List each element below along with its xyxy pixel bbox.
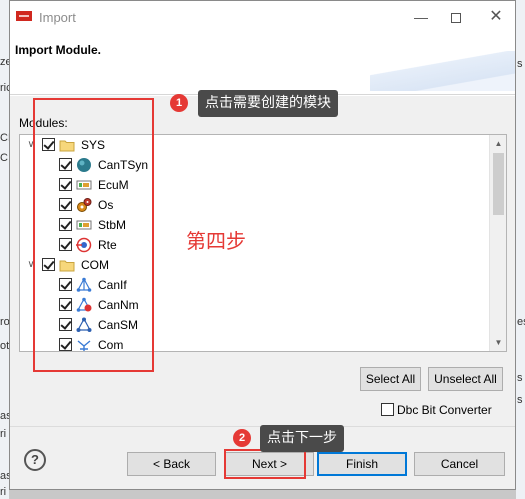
bg-text-fragment: s [517, 394, 523, 406]
bg-text-fragment: s [517, 58, 523, 70]
wizard-header: Import Module. [10, 33, 515, 95]
scroll-down-arrow-icon[interactable]: ▼ [490, 334, 506, 351]
select-all-button[interactable]: Select All [360, 367, 421, 391]
vertical-scrollbar[interactable]: ▲ ▼ [489, 135, 506, 351]
callout-select-modules: 点击需要创建的模块 [198, 90, 338, 117]
page-title: Import Module. [15, 43, 101, 57]
bg-text-fragment: C [0, 152, 8, 164]
scrollbar-thumb[interactable] [493, 153, 504, 215]
help-icon[interactable]: ? [24, 449, 46, 471]
maximize-button[interactable] [442, 5, 470, 29]
callout-click-next: 点击下一步 [260, 425, 344, 452]
step-badge-1: 1 [170, 94, 188, 112]
cancel-button[interactable]: Cancel [414, 452, 505, 476]
highlight-modules-box [33, 98, 154, 372]
bg-text-fragment: ri [0, 486, 7, 498]
app-logo-icon [16, 11, 32, 21]
header-banner-graphic [370, 51, 515, 91]
bg-text-fragment: ot [0, 340, 10, 352]
step-label: 第四步 [186, 229, 246, 253]
finish-button[interactable]: Finish [317, 452, 407, 476]
minimize-button[interactable]: — [407, 5, 435, 29]
dbc-bit-converter-label: Dbc Bit Converter [397, 403, 492, 417]
step-badge-2: 2 [233, 429, 251, 447]
bg-text-fragment: ri [0, 428, 7, 440]
window-title: Import [39, 10, 76, 25]
bg-text-fragment: s [517, 372, 523, 384]
title-bar: Import — ✕ [10, 1, 515, 33]
close-button[interactable]: ✕ [482, 5, 510, 29]
dbc-bit-converter-checkbox[interactable] [381, 403, 394, 416]
highlight-next-box [224, 449, 306, 479]
bg-text-fragment: es [517, 316, 525, 328]
scroll-up-arrow-icon[interactable]: ▲ [490, 135, 506, 152]
unselect-all-button[interactable]: Unselect All [428, 367, 503, 391]
background-app-left: ze ric) CE C ro ot as ri as ri [0, 0, 15, 499]
back-button[interactable]: < Back [127, 452, 216, 476]
background-app-right: s es s s [516, 0, 525, 499]
